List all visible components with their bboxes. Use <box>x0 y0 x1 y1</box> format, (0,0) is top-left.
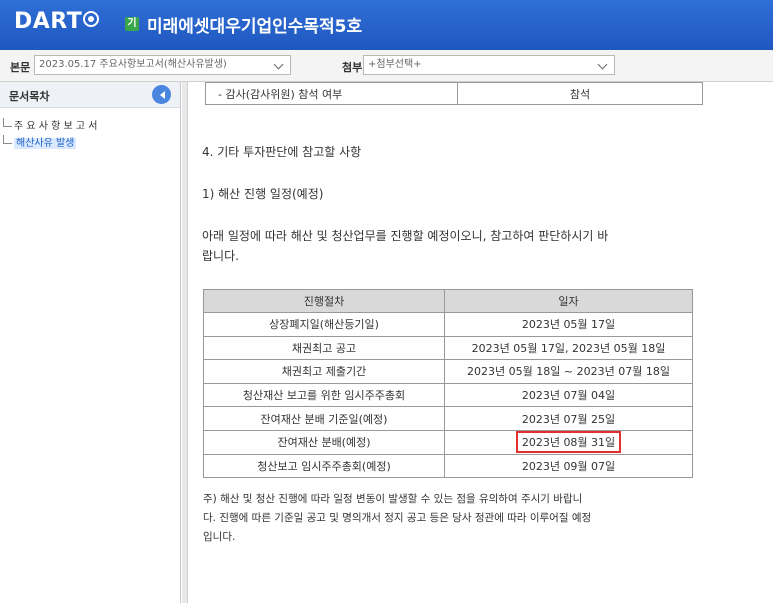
table-cell: 2023년 09월 07일 <box>444 453 693 479</box>
table-cell: 2023년 07월 04일 <box>444 382 693 408</box>
table-cell: - 감사(감사위원) 참석 여부 <box>205 82 458 105</box>
footnote: 주) 해산 및 청산 진행에 따라 일정 변동이 발생할 수 있는 점을 유의하… <box>203 490 693 547</box>
footnote-line: 입니다. <box>203 531 236 543</box>
main-document-label: 본문 <box>10 61 31 74</box>
table-header-row: 진행절차 일자 <box>203 289 693 313</box>
toc-header: 문서목차 <box>0 82 180 108</box>
highlighted-date-cell: 2023년 08월 31일 <box>444 429 693 455</box>
toc-title: 문서목차 <box>9 90 50 103</box>
intro-paragraph-line: 랍니다. <box>202 249 239 263</box>
column-header: 일자 <box>444 289 693 313</box>
table-row: 채권최고 공고 2023년 05월 17일, 2023년 05월 18일 <box>203 335 693 361</box>
sub-title: 1) 해산 진행 일정(예정) <box>202 187 324 201</box>
table-cell: 2023년 07월 25일 <box>444 406 693 431</box>
company-name: 미래에셋대우기업인수목적5호 <box>147 17 363 37</box>
toc-sidebar: 문서목차 주 요 사 항 보 고 서 해산사유 발생 <box>0 82 181 603</box>
table-cell: 2023년 05월 18일 ~ 2023년 07월 18일 <box>444 359 693 384</box>
logo-mark-icon <box>83 11 100 27</box>
highlight-box: 2023년 08월 31일 <box>515 431 622 454</box>
table-cell: 잔여재산 분배(예정) <box>203 429 445 455</box>
table-cell: 2023년 05월 17일, 2023년 05월 18일 <box>444 335 693 361</box>
table-cell: 채권최고 제출기간 <box>203 359 445 384</box>
collapse-sidebar-icon[interactable] <box>152 85 171 104</box>
table-cell: 잔여재산 분배 기준일(예정) <box>203 406 445 431</box>
resolution-table: - 감사(감사위원) 참석 여부 참석 <box>205 82 703 105</box>
attachment-select-value: +첨부선택+ <box>368 59 422 70</box>
table-cell: 청산재산 보고를 위한 임시주주총회 <box>203 382 445 408</box>
table-row: 채권최고 제출기간 2023년 05월 18일 ~ 2023년 07월 18일 <box>203 359 693 384</box>
chevron-down-icon <box>597 59 608 70</box>
intro-paragraph-line: 아래 일정에 따라 해산 및 청산업무를 진행할 예정이오니, 참고하여 판단하… <box>202 229 609 243</box>
table-cell: 청산보고 임시주주총회(예정) <box>203 453 445 479</box>
footnote-line: 다. 진행에 따른 기준일 공고 및 명의개서 정지 공고 등은 당사 정관에 … <box>203 512 592 524</box>
attachment-label: 첨부 <box>342 61 363 74</box>
toc-item-label: 주 요 사 항 보 고 서 <box>14 121 98 132</box>
attachment-select[interactable]: +첨부선택+ <box>363 55 615 75</box>
table-cell: 채권최고 공고 <box>203 335 445 361</box>
table-cell: 상장폐지일(해산등기일) <box>203 312 445 337</box>
main-document-select[interactable]: 2023.05.17 주요사항보고서(해산사유발생) <box>34 55 291 75</box>
table-cell: 참석 <box>457 82 703 105</box>
column-header: 진행절차 <box>203 289 445 313</box>
document-viewer: - 감사(감사위원) 참석 여부 참석 4. 기타 투자판단에 참고할 사항 1… <box>188 82 773 603</box>
corp-type-badge: 기 <box>125 17 139 31</box>
app-header: DART 기 미래에셋대우기업인수목적5호 <box>0 0 773 50</box>
dart-logo[interactable]: DART <box>14 9 100 34</box>
table-row: 청산보고 임시주주총회(예정) 2023년 09월 07일 <box>203 453 693 479</box>
table-row: 상장폐지일(해산등기일) 2023년 05월 17일 <box>203 312 693 337</box>
table-row: 잔여재산 분배 기준일(예정) 2023년 07월 25일 <box>203 406 693 431</box>
main-document-select-value: 2023.05.17 주요사항보고서(해산사유발생) <box>39 59 227 70</box>
logo-text: DART <box>14 9 83 34</box>
toc-tree: 주 요 사 항 보 고 서 해산사유 발생 <box>0 108 180 152</box>
table-row: - 감사(감사위원) 참석 여부 참석 <box>205 82 703 105</box>
chevron-down-icon <box>273 59 284 70</box>
document-toolbar: 본문 2023.05.17 주요사항보고서(해산사유발생) 첨부 +첨부선택+ <box>0 50 773 82</box>
footnote-line: 주) 해산 및 청산 진행에 따라 일정 변동이 발생할 수 있는 점을 유의하… <box>203 493 583 505</box>
table-cell: 2023년 05월 17일 <box>444 312 693 337</box>
toc-item-report[interactable]: 주 요 사 항 보 고 서 <box>0 118 180 135</box>
schedule-table: 진행절차 일자 상장폐지일(해산등기일) 2023년 05월 17일 채권최고 … <box>203 289 693 479</box>
table-row: 잔여재산 분배(예정) 2023년 08월 31일 <box>203 429 693 455</box>
table-row: 청산재산 보고를 위한 임시주주총회 2023년 07월 04일 <box>203 382 693 408</box>
toc-item-dissolution[interactable]: 해산사유 발생 <box>0 135 180 152</box>
section-title: 4. 기타 투자판단에 참고할 사항 <box>202 145 362 159</box>
toc-item-label: 해산사유 발생 <box>14 138 77 149</box>
